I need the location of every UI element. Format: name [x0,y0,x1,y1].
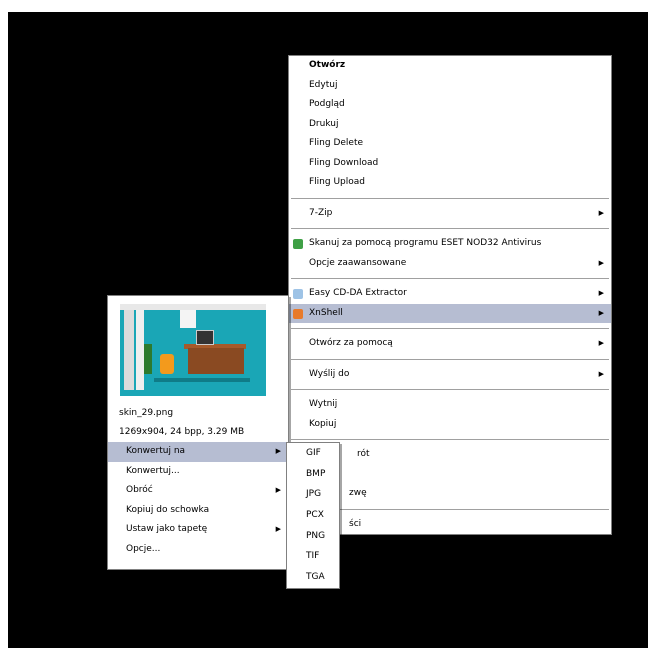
menu-item-convert-to[interactable]: Konwertuj na ▶ [108,442,288,462]
format-bmp[interactable]: BMP [287,464,339,485]
menu-separator [291,328,609,329]
menu-item-fling-upload[interactable]: Fling Upload [289,173,611,193]
menu-item-xnshell-label: XnShell [309,307,343,318]
menu-item-advanced-options[interactable]: Opcje zaawansowane ▶ [289,254,611,274]
menu-item-convert[interactable]: Konwertuj... [108,462,288,482]
submenu-arrow-icon: ▶ [598,208,604,217]
submenu-arrow-icon: ▶ [598,308,604,317]
format-tif[interactable]: TIF [287,546,339,567]
format-pcx[interactable]: PCX [287,505,339,526]
menu-separator [291,358,609,360]
menu-item-set-wallpaper[interactable]: Ustaw jako tapetę ▶ [108,520,288,540]
submenu-arrow-icon: ▶ [275,486,281,494]
menu-item-preview[interactable]: Podgląd [289,95,611,115]
format-gif[interactable]: GIF [287,443,339,464]
menu-item-send-to[interactable]: Wyślij do ▶ [289,365,611,385]
menu-item-rotate-label: Obróć [126,485,153,495]
format-png[interactable]: PNG [287,526,339,547]
menu-item-eset-scan-label: Skanuj za pomocą programu ESET NOD32 Ant… [309,238,542,248]
menu-item-easy-cd[interactable]: Easy CD-DA Extractor ▶ [289,284,611,304]
menu-item-copy[interactable]: Kopiuj [289,415,611,435]
submenu-arrow-icon: ▶ [598,289,604,297]
xnshell-icon [293,308,303,319]
menu-item-open-with[interactable]: Otwórz za pomocą ▶ [289,334,611,354]
menu-item-open-with-label: Otwórz za pomocą [309,338,393,348]
file-name: skin_29.png [119,408,174,418]
menu-item-rotate[interactable]: Obróć ▶ [108,481,288,501]
format-jpg[interactable]: JPG [287,484,339,505]
menu-item-eset-scan[interactable]: Skanuj za pomocą programu ESET NOD32 Ant… [289,234,611,254]
eset-icon [293,239,303,249]
menu-item-copy-to-clipboard[interactable]: Kopiuj do schowka [108,501,288,521]
file-details: 1269x904, 24 bpp, 3.29 MB [119,427,245,437]
menu-item-print[interactable]: Drukuj [289,115,611,135]
menu-item-send-to-label: Wyślij do [309,368,350,379]
menu-item-7zip[interactable]: 7-Zip ▶ [289,204,611,224]
submenu-arrow-icon: ▶ [275,525,281,533]
menu-separator [291,389,609,390]
submenu-arrow-icon: ▶ [598,258,604,267]
menu-item-easy-cd-label: Easy CD-DA Extractor [309,288,407,298]
image-thumbnail [120,304,266,396]
menu-item-cut[interactable]: Wytnij [289,395,611,415]
menu-separator [291,228,609,229]
menu-item-edit[interactable]: Edytuj [289,76,611,96]
format-submenu: GIF BMP JPG PCX PNG TIF TGA [286,442,340,589]
cd-extractor-icon [293,289,303,299]
menu-item-fling-delete[interactable]: Fling Delete [289,134,611,154]
menu-separator [291,278,609,279]
menu-item-options[interactable]: Opcje... [108,540,288,560]
menu-item-7zip-label: 7-Zip [309,207,333,218]
menu-item-xnshell[interactable]: XnShell ▶ [289,303,611,323]
submenu-arrow-icon: ▶ [275,447,281,455]
menu-item-convert-to-label: Konwertuj na [126,446,186,456]
menu-item-fling-download[interactable]: Fling Download [289,154,611,174]
submenu-arrow-icon: ▶ [598,369,604,378]
menu-item-open[interactable]: Otwórz [289,56,611,76]
format-tga[interactable]: TGA [287,567,339,588]
submenu-arrow-icon: ▶ [598,339,604,347]
menu-item-advanced-options-label: Opcje zaawansowane [309,257,407,268]
xnshell-submenu: skin_29.png 1269x904, 24 bpp, 3.29 MB Ko… [107,295,289,570]
menu-item-set-wallpaper-label: Ustaw jako tapetę [126,524,208,534]
menu-separator [291,197,609,199]
menu-separator [291,439,609,440]
